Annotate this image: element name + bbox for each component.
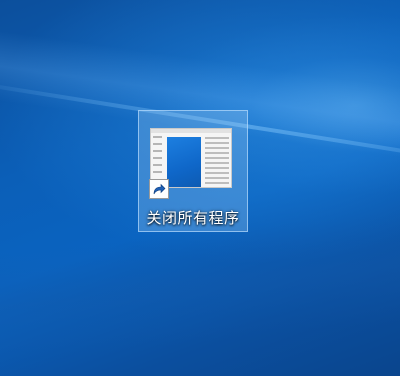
shortcut-arrow-icon (149, 179, 169, 199)
thumbnail-text-lines (205, 137, 229, 187)
desktop-background[interactable]: 关闭所有程序 (0, 0, 400, 376)
desktop-shortcut-close-all-programs[interactable]: 关闭所有程序 (138, 110, 248, 232)
thumbnail-sidebar (153, 136, 164, 178)
thumbnail-wallpaper-panel (167, 137, 201, 187)
thumbnail-titlebar (151, 129, 231, 133)
desktop-icon-label: 关闭所有程序 (146, 210, 240, 227)
